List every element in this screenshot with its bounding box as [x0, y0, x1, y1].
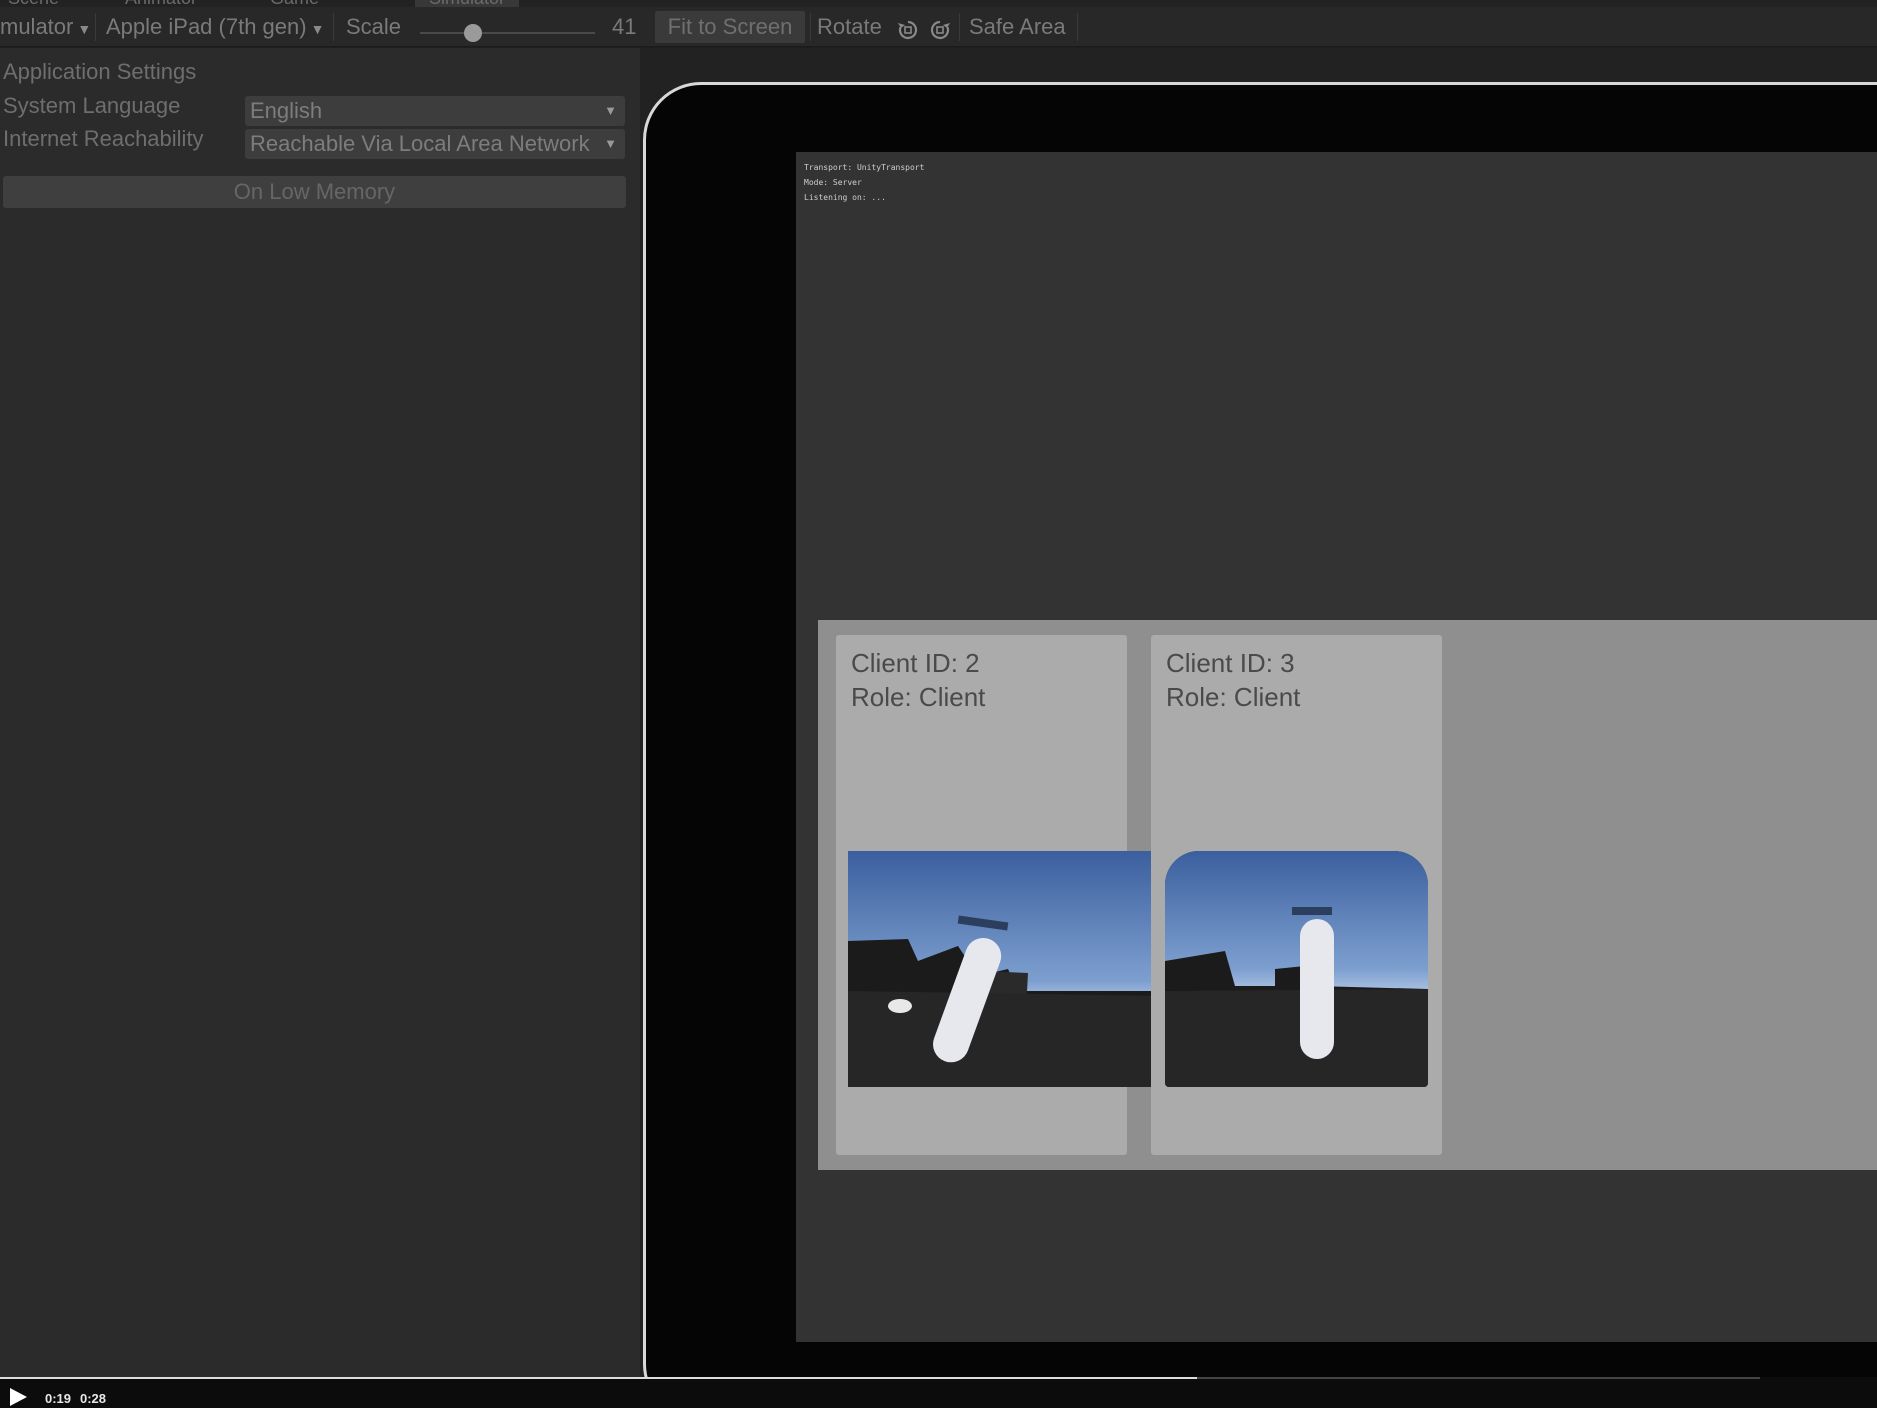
client-card: Client ID: 3 Role: Client: [1151, 635, 1442, 1155]
client-id-label: Client ID: 3: [1166, 648, 1295, 678]
clients-panel: Client ID: 2 Role: Client Client ID: 3 R…: [818, 620, 1877, 1170]
toolbar-divider: [810, 13, 811, 41]
client-camera-view: [848, 851, 1165, 1087]
chevron-down-icon: ▼: [604, 136, 617, 151]
toolbar-divider: [95, 13, 96, 41]
client-id-label: Client ID: 2: [851, 648, 980, 678]
client-role-label: Role: Client: [851, 682, 986, 712]
chevron-down-icon: ▼: [77, 21, 92, 37]
toolbar-divider: [333, 13, 334, 41]
device-dropdown[interactable]: Apple iPad (7th gen) ▼: [106, 12, 324, 42]
video-progress-fill: [0, 1377, 1197, 1379]
application-settings-panel: Application Settings System Language Eng…: [0, 48, 640, 1408]
system-language-dropdown[interactable]: English ▼: [245, 96, 625, 126]
chevron-down-icon: ▼: [604, 103, 617, 118]
rotate-cw-icon[interactable]: [928, 18, 952, 42]
mode-dropdown[interactable]: mulator ▼: [0, 12, 91, 42]
internet-reachability-label: Internet Reachability: [3, 126, 204, 151]
debug-text: Mode: Server: [804, 178, 862, 187]
scale-slider-handle[interactable]: [464, 24, 482, 42]
system-language-label: System Language: [3, 93, 181, 118]
debug-text: Listening on: ...: [804, 193, 886, 202]
internet-reachability-value: Reachable Via Local Area Network: [250, 131, 590, 156]
toolbar-divider: [959, 13, 960, 41]
device-screen[interactable]: Transport: UnityTransport Mode: Server L…: [796, 152, 1877, 1342]
debug-text: Transport: UnityTransport: [804, 163, 925, 172]
video-controls: 0:19 0:28: [0, 1377, 1877, 1408]
editor-tab-strip: Scene Animator Game Simulator: [0, 0, 1877, 8]
system-language-value: English: [250, 98, 323, 123]
toolbar-divider: [1077, 13, 1078, 41]
mode-label: mulator: [0, 14, 74, 39]
fit-to-screen-button[interactable]: Fit to Screen: [655, 11, 805, 43]
scale-label: Scale: [346, 14, 402, 39]
rotate-label: Rotate: [817, 14, 882, 39]
chevron-down-icon: ▼: [310, 21, 325, 37]
client-card: Client ID: 2 Role: Client: [836, 635, 1165, 1155]
rotate-ccw-icon[interactable]: [896, 18, 920, 42]
on-low-memory-button[interactable]: On Low Memory: [3, 176, 626, 208]
device-label: Apple iPad (7th gen): [106, 14, 307, 39]
safe-area-toggle[interactable]: Safe Area: [969, 12, 1066, 42]
scale-slider[interactable]: [420, 32, 595, 34]
total-time: 0:28: [80, 1391, 107, 1406]
current-time: 0:19: [45, 1391, 72, 1406]
scale-value: 41: [612, 14, 637, 39]
client-role-label: Role: Client: [1166, 682, 1301, 712]
internet-reachability-dropdown[interactable]: Reachable Via Local Area Network ▼: [245, 129, 625, 159]
play-icon[interactable]: [8, 1387, 28, 1407]
simulator-toolbar: mulator ▼ Apple iPad (7th gen) ▼ Scale 41 …: [0, 7, 1877, 47]
section-heading: Application Settings: [3, 59, 197, 84]
client-camera-view: [1165, 851, 1428, 1087]
